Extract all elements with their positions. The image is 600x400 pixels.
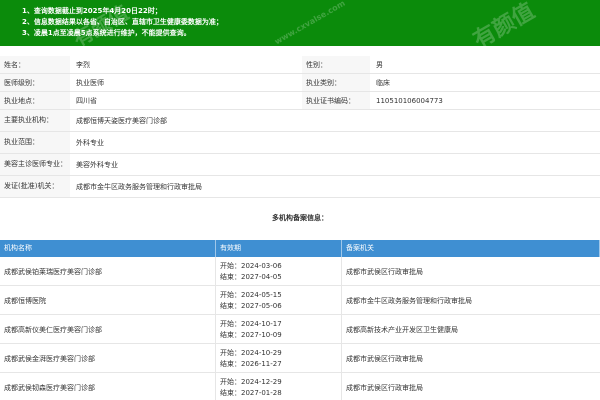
authority-cell: 成都市武侯区行政审批局 [346, 354, 423, 363]
multi-org-table: 机构名称 有效期 备案机关 成都武侯铂莱瑞医疗美容门诊部 开始：2024-03-… [0, 240, 600, 400]
validity-cell: 开始：2024-05-15 结束：2027-05-06 [216, 286, 342, 315]
start-date: 开始：2024-10-17 [220, 319, 282, 330]
level-value: 执业医师 [76, 78, 104, 87]
end-value: 2027-10-09 [241, 330, 282, 339]
start-date: 开始：2024-12-29 [220, 377, 282, 388]
info-row: 姓名： 李烈 性别： 男 [0, 56, 600, 74]
info-row: 美容主诊医师专业： 美容外科专业 [0, 154, 600, 176]
table-row: 成都武侯铂莱瑞医疗美容门诊部 开始：2024-03-06 结束：2027-04-… [0, 257, 600, 286]
location-value: 四川省 [76, 96, 97, 105]
authority-cell: 成都市武侯区行政审批局 [346, 267, 423, 276]
end-prefix: 结束： [220, 272, 241, 281]
cert-value: 110510106004773 [376, 96, 443, 105]
end-date: 结束：2027-10-09 [220, 330, 282, 341]
start-value: 2024-12-29 [241, 377, 282, 386]
org-name-cell: 成都武侯韧森医疗美容门诊部 [0, 373, 216, 400]
beauty-value: 美容外科专业 [76, 160, 118, 169]
validity-cell: 开始：2024-10-17 结束：2027-10-09 [216, 315, 342, 344]
org-name-cell: 成都恒博医院 [0, 286, 216, 315]
name-label: 姓名： [0, 56, 70, 73]
start-date: 开始：2024-05-15 [220, 290, 282, 301]
org-label: 主要执业机构： [0, 110, 70, 131]
gender-label: 性别： [302, 56, 370, 73]
authority-cell: 成都市金牛区政务服务管理和行政审批局 [346, 296, 472, 305]
start-value: 2024-05-15 [241, 290, 282, 299]
name-value: 李烈 [76, 60, 90, 69]
authority-cell: 成都高新技术产业开发区卫生健康局 [346, 325, 458, 334]
start-prefix: 开始： [220, 319, 241, 328]
start-prefix: 开始： [220, 290, 241, 299]
column-header-authority: 备案机关 [342, 240, 600, 257]
start-prefix: 开始： [220, 377, 241, 386]
validity-cell: 开始：2024-12-29 结束：2027-01-28 [216, 373, 342, 400]
info-row: 发证(批准)机关： 成都市金牛区政务服务管理和行政审批局 [0, 176, 600, 198]
scope-value: 外科专业 [76, 138, 104, 147]
column-header-name: 机构名称 [0, 240, 216, 257]
org-name-cell: 成都武侯金湃医疗美容门诊部 [0, 344, 216, 373]
table-row: 成都恒博医院 开始：2024-05-15 结束：2027-05-06 成都市金牛… [0, 286, 600, 315]
end-date: 结束：2027-01-28 [220, 388, 282, 399]
end-value: 2027-01-28 [241, 388, 282, 397]
column-header-validity: 有效期 [216, 240, 342, 257]
authority-value: 成都市金牛区政务服务管理和行政审批局 [76, 182, 202, 191]
cert-label: 执业证书编码： [302, 92, 370, 109]
category-value: 临床 [376, 78, 390, 87]
start-date: 开始：2024-03-06 [220, 261, 282, 272]
end-prefix: 结束： [220, 330, 241, 339]
table-row: 成都武侯金湃医疗美容门诊部 开始：2024-10-29 结束：2026-11-2… [0, 344, 600, 373]
end-value: 2027-05-06 [241, 301, 282, 310]
authority-cell: 成都市武侯区行政审批局 [346, 383, 423, 392]
validity-cell: 开始：2024-03-06 结束：2027-04-05 [216, 257, 342, 286]
end-value: 2027-04-05 [241, 272, 282, 281]
notice-banner: 1、查询数据截止到2025年4月20日22时； 2、信息数据结果以各省、自治区、… [0, 0, 600, 46]
start-date: 开始：2024-10-29 [220, 348, 282, 359]
gender-value: 男 [376, 60, 383, 69]
category-label: 执业类别： [302, 74, 370, 91]
multi-org-title: 多机构备案信息： [272, 214, 328, 222]
org-name-cell: 成都武侯铂莱瑞医疗美容门诊部 [0, 257, 216, 286]
start-value: 2024-10-17 [241, 319, 282, 328]
end-date: 结束：2027-04-05 [220, 272, 282, 283]
end-date: 结束：2026-11-27 [220, 359, 282, 370]
end-prefix: 结束： [220, 301, 241, 310]
start-prefix: 开始： [220, 261, 241, 270]
org-name-cell: 成都高新仪美仁医疗美容门诊部 [0, 315, 216, 344]
end-date: 结束：2027-05-06 [220, 301, 282, 312]
info-row: 执业范围： 外科专业 [0, 132, 600, 154]
level-label: 医师级别： [0, 74, 70, 91]
table-row: 成都武侯韧森医疗美容门诊部 开始：2024-12-29 结束：2027-01-2… [0, 373, 600, 400]
info-row: 主要执业机构： 成都恒博天姿医疗美容门诊部 [0, 110, 600, 132]
info-row: 执业地点： 四川省 执业证书编码： 110510106004773 [0, 92, 600, 110]
info-row: 医师级别： 执业医师 执业类别： 临床 [0, 74, 600, 92]
table-row: 成都高新仪美仁医疗美容门诊部 开始：2024-10-17 结束：2027-10-… [0, 315, 600, 344]
end-value: 2026-11-27 [241, 359, 282, 368]
validity-cell: 开始：2024-10-29 结束：2026-11-27 [216, 344, 342, 373]
end-prefix: 结束： [220, 388, 241, 397]
start-prefix: 开始： [220, 348, 241, 357]
start-value: 2024-10-29 [241, 348, 282, 357]
location-label: 执业地点： [0, 92, 70, 109]
doctor-info-table: 姓名： 李烈 性别： 男 医师级别： 执业医师 执业类别： 临床 执业地点： 四… [0, 56, 600, 198]
end-prefix: 结束： [220, 359, 241, 368]
org-value: 成都恒博天姿医疗美容门诊部 [76, 116, 167, 125]
scope-label: 执业范围： [0, 132, 70, 153]
beauty-label: 美容主诊医师专业： [0, 154, 70, 175]
start-value: 2024-03-06 [241, 261, 282, 270]
authority-label: 发证(批准)机关： [0, 176, 70, 197]
table-header: 机构名称 有效期 备案机关 [0, 240, 600, 257]
